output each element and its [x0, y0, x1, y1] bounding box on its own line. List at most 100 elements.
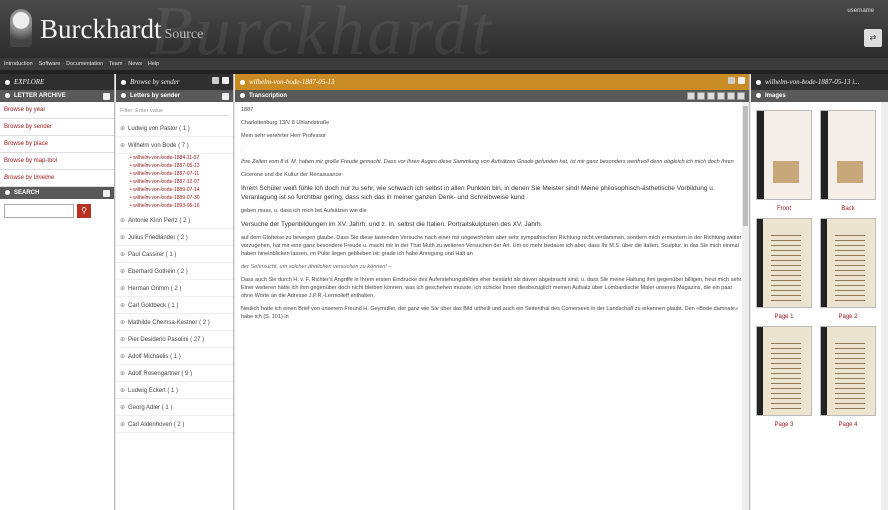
sender-item[interactable]: ⊕ Paul Cassirer ( 1 )	[116, 246, 233, 263]
collapse-icon[interactable]	[103, 190, 110, 197]
letter-link-text[interactable]: wilhelm-von-bode-1889-07-14	[133, 187, 199, 193]
letter-link[interactable]: • wilhelm-von-bode-1887-05-13	[130, 162, 229, 170]
letter-scan-image[interactable]	[756, 218, 812, 308]
letter-link-text[interactable]: wilhelm-von-bode-1887-05-13	[133, 163, 199, 169]
transcript-paragraph: Ihrem Schüler weiß fühle ich doch nur zu…	[241, 185, 715, 201]
expand-icon[interactable]	[728, 77, 735, 84]
nav-item[interactable]: News	[128, 61, 142, 67]
sender-item[interactable]: ⊕ Eberhard Gothein ( 2 )	[116, 263, 233, 280]
scrollbar[interactable]	[881, 102, 888, 510]
sender-item[interactable]: ⊕ Pier Desiderio Pasolini ( 27 )	[116, 331, 233, 348]
thumbnail-caption[interactable]: Page 3	[755, 422, 813, 428]
user-menu-button[interactable]: ⇄	[864, 29, 882, 47]
print-icon[interactable]	[707, 92, 715, 100]
next-icon[interactable]	[697, 92, 705, 100]
expand-icon: ⊕	[120, 371, 126, 377]
thumbnail-caption[interactable]: Page 2	[819, 314, 877, 320]
images-panel-header: wilhelm-von-bode-1887-05-13 i...	[751, 74, 888, 90]
images-panel: wilhelm-von-bode-1887-05-13 i... Images …	[751, 74, 888, 510]
sender-item[interactable]: ⊕ Antonie Kinn Pertz ( 2 )	[116, 212, 233, 229]
scrollbar[interactable]	[742, 102, 749, 510]
bullet-icon	[756, 92, 761, 98]
collapse-icon[interactable]	[103, 93, 110, 100]
sender-item[interactable]: ⊕ Ludwig Eckert ( 1 )	[116, 382, 233, 399]
settings-icon[interactable]	[727, 92, 735, 100]
thumbnail-caption[interactable]: Back	[819, 206, 877, 212]
nav-item[interactable]: Introduction	[4, 61, 33, 67]
letter-link-text[interactable]: wilhelm-von-bode-1887-07-11	[133, 171, 199, 177]
image-thumbnail[interactable]: Page 3	[755, 326, 813, 428]
sender-name: Adolf Michaelis	[128, 354, 169, 360]
transcription-panel-header: wilhelm-von-bode-1887-05-13	[235, 74, 749, 90]
explore-item[interactable]: Browse by timeline	[0, 170, 114, 187]
letter-link[interactable]: • wilhelm-von-bode-1884-11-07	[130, 154, 229, 162]
transcript-paragraph: Mein sehr verehrter Herr Professor	[241, 133, 326, 139]
nav-item[interactable]: Software	[39, 61, 61, 67]
thumbnail-caption[interactable]: Page 1	[755, 314, 813, 320]
thumbnail-caption[interactable]: Front	[755, 206, 813, 212]
search-button[interactable]: ⚲	[77, 204, 91, 218]
sender-name: Wilhelm von Bode	[128, 143, 177, 149]
image-thumbnail[interactable]: Back	[819, 110, 877, 212]
sender-count: ( 1 )	[167, 388, 179, 394]
sender-item[interactable]: ⊕ Adolf Michaelis ( 1 )	[116, 348, 233, 365]
letter-list: • wilhelm-von-bode-1884-11-07 • wilhelm-v…	[116, 154, 233, 212]
image-thumbnail[interactable]: Front	[755, 110, 813, 212]
sender-name: Ludwig von Pastor	[128, 126, 178, 132]
transcript-paragraph: auf dem Glatteise zu bewegen glaube. Das…	[241, 235, 742, 257]
letter-link[interactable]: • wilhelm-von-bode-1887-07-11	[130, 170, 229, 178]
letter-link[interactable]: • wilhelm-von-bode-1893-05-16	[130, 202, 229, 210]
sender-item[interactable]: ⊕ Adolf Rosengartner ( 9 )	[116, 365, 233, 382]
letter-link[interactable]: • wilhelm-von-bode-1889-07-14	[130, 186, 229, 194]
panel-icon	[756, 79, 761, 85]
sender-item[interactable]: ⊕ Wilhelm von Bode ( 7 )	[116, 137, 233, 154]
letter-link[interactable]: • wilhelm-von-bode-1887-12-07	[130, 178, 229, 186]
scrollbar-thumb[interactable]	[743, 106, 748, 226]
sender-item[interactable]: ⊕ Herman Grimm ( 2 )	[116, 280, 233, 297]
close-icon[interactable]	[222, 77, 229, 84]
sender-item[interactable]: ⊕ Carl Aldenhoven ( 2 )	[116, 416, 233, 433]
letter-link-text[interactable]: wilhelm-von-bode-1893-05-16	[133, 203, 199, 209]
search-input[interactable]	[4, 204, 74, 218]
thumbnail-caption[interactable]: Page 4	[819, 422, 877, 428]
sender-name: Herman Grimm	[128, 286, 170, 292]
nav-item[interactable]: Documentation	[66, 61, 103, 67]
image-thumbnail[interactable]: Page 4	[819, 326, 877, 428]
letter-scan-image[interactable]	[756, 110, 812, 200]
explore-item[interactable]: Browse by place	[0, 136, 114, 153]
explore-item[interactable]: Browse by year	[0, 102, 114, 119]
letter-archive-header[interactable]: LETTER ARCHIVE	[0, 90, 114, 102]
sender-item[interactable]: ⊕ Julius Friedländer ( 2 )	[116, 229, 233, 246]
sender-count: ( 2 )	[177, 235, 188, 241]
image-thumbnail[interactable]: Page 1	[755, 218, 813, 320]
search-header[interactable]: SEARCH	[0, 187, 114, 199]
letter-scan-image[interactable]	[756, 326, 812, 416]
nav-item[interactable]: Help	[148, 61, 159, 67]
expand-icon[interactable]	[212, 77, 219, 84]
format-icon[interactable]	[717, 92, 725, 100]
sender-item[interactable]: ⊕ Ludwig von Pastor ( 1 )	[116, 120, 233, 137]
letter-link[interactable]: • wilhelm-von-bode-1889-07-30	[130, 194, 229, 202]
explore-item[interactable]: Browse by map-tool	[0, 153, 114, 170]
signature-watermark: Burckhardt	[150, 0, 494, 58]
close-icon[interactable]	[738, 77, 745, 84]
sender-name: Adolf Rosengartner	[128, 371, 180, 377]
sender-item[interactable]: ⊕ Georg Adler ( 1 )	[116, 399, 233, 416]
panel-icon	[121, 79, 126, 85]
letter-link-text[interactable]: wilhelm-von-bode-1884-11-07	[133, 155, 199, 161]
transcription-header: Transcription	[235, 90, 749, 102]
letter-scan-image[interactable]	[820, 218, 876, 308]
letter-link-text[interactable]: wilhelm-von-bode-1889-07-30	[133, 195, 199, 201]
menu-icon[interactable]	[737, 92, 745, 100]
previous-icon[interactable]	[687, 92, 695, 100]
letter-link-text[interactable]: wilhelm-von-bode-1887-12-07	[133, 179, 199, 185]
sender-item[interactable]: ⊕ Mathilde Chemsa-Kestner ( 2 )	[116, 314, 233, 331]
filter-input[interactable]: Filter: Enter value	[120, 106, 229, 116]
letter-scan-image[interactable]	[820, 326, 876, 416]
sender-item[interactable]: ⊕ Carl Goldbeck ( 1 )	[116, 297, 233, 314]
nav-item[interactable]: Team	[109, 61, 122, 67]
explore-item[interactable]: Browse by sender	[0, 119, 114, 136]
menu-icon[interactable]	[222, 93, 229, 100]
image-thumbnail[interactable]: Page 2	[819, 218, 877, 320]
letter-scan-image[interactable]	[820, 110, 876, 200]
